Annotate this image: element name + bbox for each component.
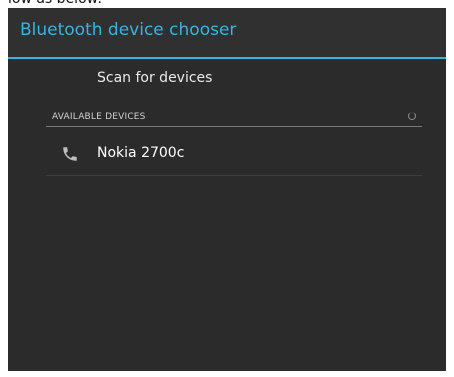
available-devices-header: AVAILABLE DEVICES <box>46 111 422 125</box>
title-divider <box>8 57 446 59</box>
device-name: Nokia 2700c <box>97 145 185 161</box>
dialog-title-bar: Bluetooth device chooser <box>8 8 446 57</box>
device-item-nokia-2700c[interactable]: Nokia 2700c <box>46 133 422 175</box>
progress-spinner-icon <box>408 112 416 120</box>
phone-icon <box>63 147 77 161</box>
section-divider <box>46 126 422 127</box>
page-caption: low as below: <box>0 0 454 8</box>
bluetooth-chooser-dialog: Bluetooth device chooser Scan for device… <box>8 8 446 371</box>
available-devices-label: AVAILABLE DEVICES <box>52 112 146 122</box>
scan-for-devices-button[interactable]: Scan for devices <box>97 70 297 86</box>
device-row-divider <box>46 175 422 176</box>
dialog-title: Bluetooth device chooser <box>20 20 237 40</box>
